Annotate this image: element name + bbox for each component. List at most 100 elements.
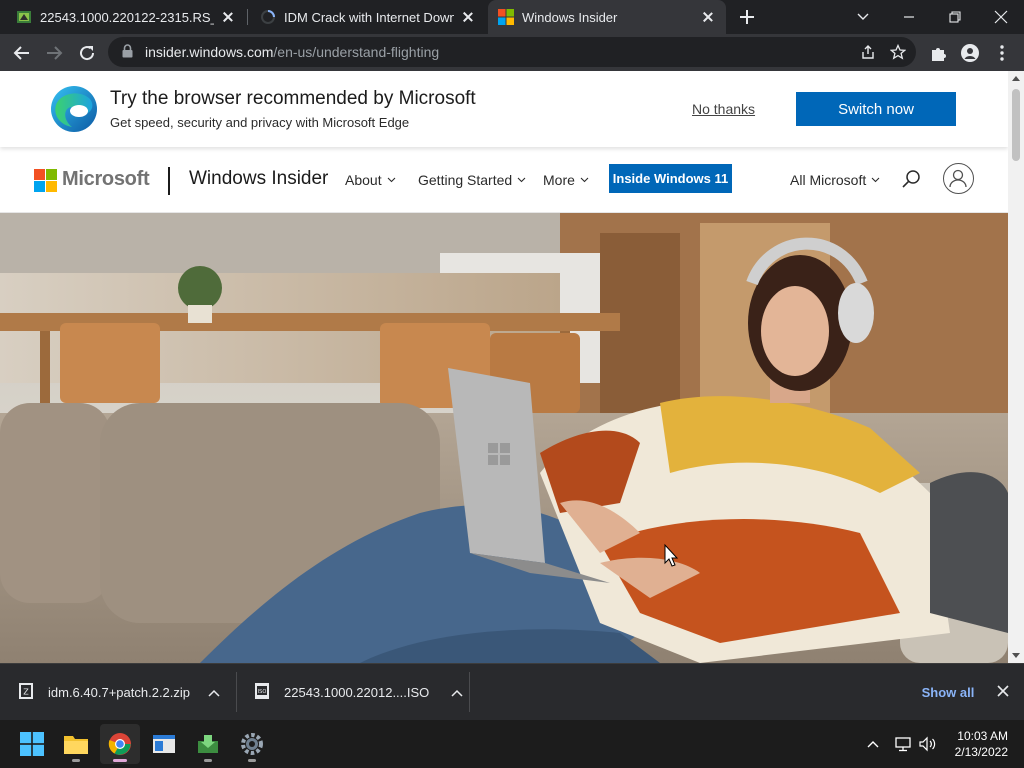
download-item-iso[interactable]: ISO 22543.1000.22012....ISO [254,664,463,721]
tray-overflow-button[interactable] [866,720,880,768]
forward-arrow-icon [47,46,63,60]
taskbar-file-explorer[interactable] [56,724,96,764]
app-running-indicator [204,759,212,762]
scrollbar-thumb[interactable] [1012,89,1020,161]
chevron-down-icon [580,177,589,183]
svg-text:Z: Z [23,688,29,697]
nav-about[interactable]: About [345,172,396,188]
close-window-button[interactable] [978,0,1024,34]
app-running-indicator [72,759,80,762]
download-file-icon [16,9,32,25]
download-separator [236,672,237,712]
edge-banner-subtitle: Get speed, security and privacy with Mic… [110,115,410,130]
tab-windows-insider[interactable]: Windows Insider [488,0,726,34]
microsoft-wordmark[interactable]: Microsoft [62,168,150,191]
share-icon[interactable] [860,44,876,63]
loading-spinner-icon [260,9,276,25]
taskbar-chrome[interactable] [100,724,140,764]
system-clock[interactable]: 10:03 AM 2/13/2022 [948,728,1008,760]
url-path: /en-us/understand-flighting [273,44,440,60]
restore-icon [949,11,961,23]
tab-title: 22543.1000.220122-2315.RS_PRE [40,9,214,25]
volume-control[interactable] [918,720,938,768]
tab-title: Windows Insider [522,9,618,25]
taskbar-installer[interactable] [188,724,228,764]
iso-file-icon: ISO [254,682,270,703]
clock-time: 10:03 AM [957,729,1008,743]
site-title[interactable]: Windows Insider [189,168,328,190]
nav-label: About [345,172,382,188]
tab-close-icon[interactable] [220,9,236,25]
header-divider [168,167,170,195]
hero-image [0,213,1008,663]
tab-title: IDM Crack with Internet Downloa [284,9,454,25]
star-bookmark-icon[interactable] [889,43,907,63]
download-item-idm-zip[interactable]: Z idm.6.40.7+patch.2.2.zip [18,664,220,721]
chevron-down-icon [871,177,880,183]
minimize-button[interactable] [886,0,932,34]
forward-button[interactable] [40,39,68,67]
no-thanks-link[interactable]: No thanks [692,101,755,117]
inside-windows-11-button[interactable]: Inside Windows 11 [609,164,732,193]
chevron-down-icon [387,177,395,183]
person-outline-icon [949,169,967,188]
gear-icon [241,733,263,755]
installer-icon [198,735,218,753]
tab-close-icon[interactable] [700,9,716,25]
account-avatar[interactable] [943,163,974,194]
app-window-icon [153,735,175,753]
svg-text:ISO: ISO [258,689,267,695]
network-status[interactable] [894,720,912,768]
close-download-bar-icon[interactable] [996,684,1014,702]
address-bar[interactable]: insider.windows.com/en-us/understand-fli… [108,37,916,67]
tab-iso-download[interactable]: 22543.1000.220122-2315.RS_PRE [6,0,246,34]
search-icon [902,170,920,188]
minimize-icon [904,16,914,18]
show-all-downloads-button[interactable]: Show all [912,676,984,708]
scroll-up-arrow-icon[interactable] [1012,76,1020,81]
nav-more[interactable]: More [543,172,589,188]
menu-button[interactable] [988,39,1016,67]
download-bar: Z idm.6.40.7+patch.2.2.zip ISO 22543.100… [0,663,1024,720]
edge-banner-title: Try the browser recommended by Microsoft [110,88,476,109]
zip-file-icon: Z [18,682,34,703]
taskbar-app-window[interactable] [144,724,184,764]
app-active-indicator [113,759,127,762]
page-viewport: Try the browser recommended by Microsoft… [0,71,1008,663]
nav-getting-started[interactable]: Getting Started [418,172,526,188]
tab-close-icon[interactable] [460,9,476,25]
all-microsoft-menu[interactable]: All Microsoft [790,172,880,188]
site-header: Microsoft Windows Insider About Getting … [0,147,1008,213]
chevron-up-icon [867,741,879,748]
reload-icon [80,46,95,61]
chevron-up-icon[interactable] [451,685,463,700]
new-tab-button[interactable] [735,6,759,28]
page-scrollbar[interactable] [1008,71,1024,663]
restore-button[interactable] [932,0,978,34]
app-running-indicator [248,759,256,762]
windows-taskbar: 10:03 AM 2/13/2022 [0,720,1024,768]
folder-icon [64,736,88,754]
download-separator [469,672,470,712]
extensions-button[interactable] [924,39,952,67]
switch-now-button[interactable]: Switch now [796,92,956,126]
download-filename: idm.6.40.7+patch.2.2.zip [48,685,191,700]
nav-label: All Microsoft [790,172,867,188]
profile-button[interactable] [956,39,984,67]
taskbar-settings[interactable] [232,724,272,764]
back-button[interactable] [8,39,36,67]
chevron-up-icon[interactable] [208,685,220,700]
reload-button[interactable] [73,39,101,67]
microsoft-logo-icon[interactable] [34,169,57,192]
network-icon [895,737,911,752]
nav-label: Getting Started [418,172,513,188]
start-button[interactable] [12,724,52,764]
site-search-button[interactable] [900,169,924,193]
scroll-down-arrow-icon[interactable] [1012,653,1020,658]
chrome-icon [108,733,131,755]
nav-label: More [543,172,575,188]
url-host: insider.windows.com [145,44,274,60]
tab-search-button[interactable] [840,0,886,34]
browser-toolbar: insider.windows.com/en-us/understand-fli… [0,34,1024,71]
tab-idm-crack[interactable]: IDM Crack with Internet Downloa [250,0,486,34]
